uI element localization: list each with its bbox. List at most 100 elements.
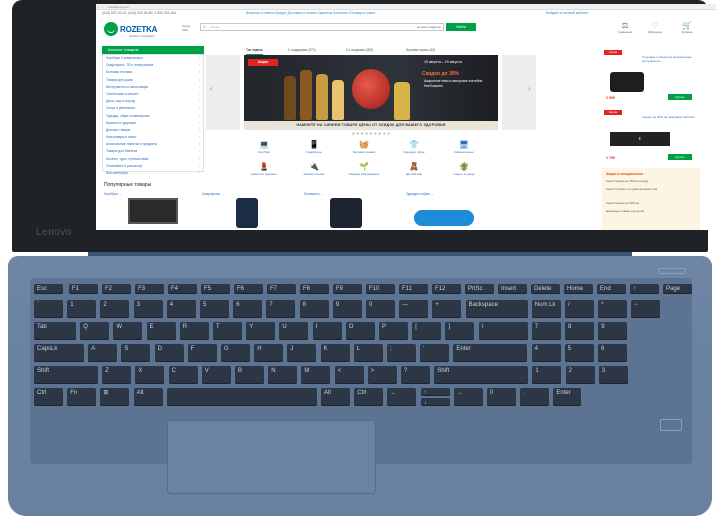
compare-button[interactable]: ⚖ Сравнение	[614, 21, 636, 34]
sidebar-item[interactable]: Детские товары	[103, 127, 203, 134]
tab-row-key-5[interactable]: T	[213, 322, 242, 340]
shift-row-key-13[interactable]: 2	[565, 366, 595, 384]
fn-key-12[interactable]: F12	[432, 284, 461, 294]
tab-row-key-11[interactable]: [	[412, 322, 442, 340]
fingerprint-reader[interactable]	[660, 419, 682, 431]
city-selector[interactable]: Город Київ	[182, 24, 190, 32]
cart-button[interactable]: 🛒 Корзина	[676, 21, 698, 34]
bottom-row-key-5[interactable]: Alt	[321, 388, 350, 406]
tab-row-key-16[interactable]: 9	[598, 322, 628, 340]
popular-category-link[interactable]: Смартфоны →	[202, 192, 224, 196]
banner-next-arrow-icon[interactable]: ›	[528, 84, 531, 93]
num-key-8[interactable]: 8	[299, 300, 329, 318]
fn-key-17[interactable]: End	[597, 284, 626, 294]
category-tile[interactable]: 🧺 Бытовая техника	[344, 139, 384, 159]
caps-row-key-7[interactable]: J	[287, 344, 317, 362]
fn-key-18[interactable]: ↑	[630, 284, 659, 294]
fn-key-16[interactable]: Home	[564, 284, 593, 294]
caps-row-key-5[interactable]: G	[221, 344, 250, 362]
search-button[interactable]: Найти	[446, 23, 476, 31]
fn-key-9[interactable]: F9	[333, 284, 362, 294]
shift-row-key-1[interactable]: Z	[102, 366, 132, 384]
shift-row-key-2[interactable]: X	[135, 366, 165, 384]
num-key-5[interactable]: 5	[200, 300, 229, 318]
bottom-row-key-13[interactable]: Enter	[553, 388, 582, 406]
rozetka-logo[interactable]: ROZETKA интернет-супермаркет	[104, 20, 170, 38]
promo-card[interactable]: Акция Скидки до 40% на чемоданы cacharel…	[602, 108, 698, 166]
fn-key-1[interactable]: F1	[69, 284, 98, 294]
tab-row-key-13[interactable]: \	[478, 322, 528, 340]
shift-row-key-4[interactable]: V	[201, 366, 231, 384]
sidebar-item[interactable]: Сантехника и ремонт	[103, 91, 203, 98]
banner-prev-arrow-icon[interactable]: ‹	[210, 84, 213, 93]
info-line[interactable]: Акция! Спешите за удовольствием и за	[606, 187, 696, 192]
wishlist-button[interactable]: ♡ Избранное	[644, 21, 666, 34]
tab-row-key-0[interactable]: Tab	[34, 322, 76, 340]
tab-prizes[interactable]: Игровые призы (62)	[406, 47, 435, 54]
num-key-16[interactable]: *	[598, 300, 628, 318]
catalog-button[interactable]: Каталог товаров	[102, 46, 204, 54]
caps-row-key-14[interactable]: 5	[564, 344, 594, 362]
smartphone-product-image[interactable]	[236, 198, 258, 228]
info-line[interactable]: акционные товары для детей	[606, 209, 696, 214]
tab-row-key-2[interactable]: W	[113, 322, 143, 340]
tab-row-key-10[interactable]: P	[379, 322, 408, 340]
caps-row-key-10[interactable]: ;	[387, 344, 416, 362]
caps-row-key-3[interactable]: D	[154, 344, 184, 362]
fn-key-0[interactable]: Esc	[34, 284, 63, 294]
popular-category-link[interactable]: Планшеты →	[304, 192, 324, 196]
laptop-product-image[interactable]	[128, 198, 178, 224]
num-key-0[interactable]: `	[34, 300, 63, 318]
tab-top-week[interactable]: Топ недели	[246, 47, 263, 55]
tab-row-key-9[interactable]: O	[345, 322, 375, 340]
bottom-row-key-1[interactable]: Fn	[67, 388, 97, 406]
bottom-row-key-0[interactable]: Ctrl	[34, 388, 63, 406]
login-link[interactable]: Войдите в личный кабинет	[546, 10, 588, 17]
fn-key-6[interactable]: F6	[234, 284, 263, 294]
fn-key-19[interactable]: Page	[663, 284, 692, 294]
tab-gifts[interactable]: С подарками (371)	[288, 47, 316, 54]
shift-row-key-5[interactable]: B	[235, 366, 264, 384]
fn-key-8[interactable]: F8	[300, 284, 329, 294]
tab-row-key-4[interactable]: R	[179, 322, 209, 340]
sidebar-item[interactable]: Товары для бизнеса	[103, 148, 203, 155]
caps-row-key-6[interactable]: H	[254, 344, 284, 362]
caps-row-key-15[interactable]: 6	[598, 344, 627, 362]
sidebar-item[interactable]: Установите в рассылку!	[103, 163, 203, 170]
search-category-select[interactable]: во всех разделах	[417, 24, 441, 30]
tab-row-key-7[interactable]: U	[279, 322, 309, 340]
num-key-1[interactable]: 1	[67, 300, 97, 318]
sidebar-item[interactable]: Алкогольные напитки и продукты	[103, 141, 203, 148]
info-line[interactable]: Акция! Скидки до 15% на посуду	[606, 179, 696, 184]
sidebar-item[interactable]: Канцтовары и книги	[103, 134, 203, 141]
fn-key-10[interactable]: F10	[366, 284, 395, 294]
sidebar-item[interactable]: Спорт и увлечения	[103, 105, 203, 112]
num-key-6[interactable]: 6	[233, 300, 263, 318]
tab-row-key-12[interactable]: ]	[445, 322, 475, 340]
category-tile[interactable]: 🧸 Детский мир	[394, 161, 434, 181]
bottom-row-key-6[interactable]: Ctrl	[354, 388, 384, 406]
fn-key-13[interactable]: PrtSc	[465, 284, 494, 294]
tab-row-key-6[interactable]: Y	[246, 322, 276, 340]
caps-row-key-13[interactable]: 4	[531, 344, 561, 362]
shift-row-key-9[interactable]: >	[367, 366, 397, 384]
shift-row-key-3[interactable]: C	[168, 366, 198, 384]
sidebar-item[interactable]: Билеты, туры, путешествия	[103, 156, 203, 163]
category-tile[interactable]: 🌱 Садовое оборудование	[344, 161, 384, 181]
bottom-row-key-8[interactable]: ↑	[420, 388, 450, 396]
buy-button[interactable]: Купить	[668, 154, 692, 160]
category-tile[interactable]: 💻 Ноутбуки	[244, 139, 284, 159]
sidebar-item[interactable]: Красота и здоровье	[103, 120, 203, 127]
tab-discounts[interactable]: Со скидками (459)	[346, 47, 373, 54]
top-links[interactable]: Вопросы и ответы Кредит Доставка и оплат…	[246, 10, 375, 17]
promo-card[interactable]: Акция Слушаем о скидки на музыкальные ин…	[602, 48, 698, 106]
caps-row-key-2[interactable]: S	[121, 344, 151, 362]
bottom-row-key-3[interactable]: Alt	[133, 388, 163, 406]
num-key-11[interactable]: —	[399, 300, 429, 318]
category-tile[interactable]: 🖥 Компьютерные	[444, 139, 484, 159]
shift-row-key-14[interactable]: 3	[598, 366, 628, 384]
sidebar-item[interactable]: Одежда, обувь и ювелирные	[103, 113, 203, 120]
tab-row-key-8[interactable]: I	[312, 322, 342, 340]
tab-row-key-3[interactable]: E	[146, 322, 176, 340]
search-input[interactable]: ⌕ Поиск во всех разделах	[200, 23, 444, 31]
